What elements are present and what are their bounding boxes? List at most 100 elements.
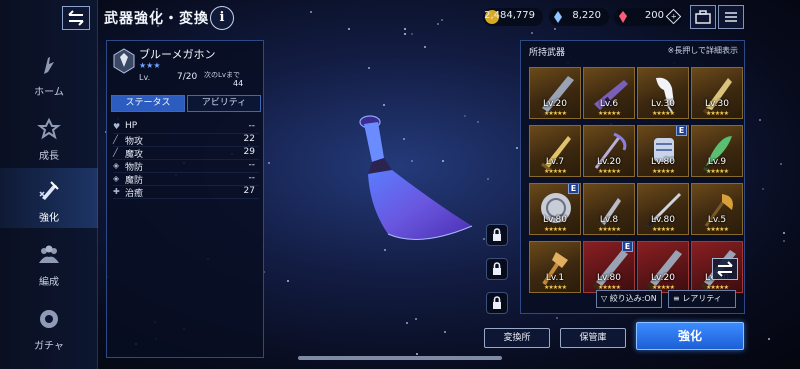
present-box-button[interactable] <box>690 5 716 29</box>
stat-row: ✚ 治癒 27 <box>113 186 259 199</box>
weapon-card-stars: ★★★★★ <box>598 110 621 117</box>
weapon-preview-megaphone <box>359 115 473 240</box>
weapon-card[interactable]: E Lv.80 ★★★★★ <box>637 125 689 177</box>
nav-label-gacha: ガチャ <box>34 341 64 352</box>
tab-status[interactable]: ステータス <box>111 95 185 112</box>
weapon-card[interactable]: Lv.6 ★★★★★ <box>583 67 635 119</box>
star-dot <box>444 330 447 333</box>
gold-counter: 2,484,779 <box>483 8 543 26</box>
nav-item-party[interactable]: 編成 <box>0 232 98 292</box>
lock-button-3[interactable] <box>486 292 508 314</box>
lock-icon <box>493 262 501 275</box>
weapon-card-stars: ★★★★★ <box>544 226 567 233</box>
star-dot <box>286 279 289 282</box>
star-dot <box>406 322 409 325</box>
star-dot <box>347 28 350 31</box>
stat-value: 22 <box>243 134 255 144</box>
weapon-card-stars: ★★★★★ <box>598 168 621 175</box>
weapon-card[interactable]: Lv.80 ★★★★★ <box>637 183 689 235</box>
stat-name: 治癒 <box>125 189 144 199</box>
sort-toggle-button[interactable] <box>712 258 738 280</box>
star-dot <box>783 231 786 234</box>
exchange-button[interactable]: 変換所 <box>484 328 550 348</box>
filter-icon: ▽ <box>601 294 608 303</box>
briefcase-icon <box>695 10 711 24</box>
weapon-card[interactable]: Lv.20 ★★★★★ <box>637 241 689 293</box>
weapon-card[interactable]: Lv.5 ★★★★★ <box>691 183 743 235</box>
weapon-card-level: Lv.7 <box>545 157 565 167</box>
weapon-type-emblem-icon <box>113 48 135 74</box>
weapon-card-level: Lv.80 <box>651 157 675 167</box>
weapon-card[interactable]: Lv.9 ★★★★★ <box>691 125 743 177</box>
weapon-info-panel: ブルーメガホン ★★★ Lv. 7/20 次のLvまで 44 ステータス アビリ… <box>106 40 264 358</box>
weapon-card-level: Lv.30 <box>705 99 729 109</box>
star-dot <box>410 32 413 35</box>
weapon-card-level: Lv.1 <box>545 273 565 283</box>
stat-row: ◈ 魔防 -- <box>113 173 259 186</box>
lock-button-1[interactable] <box>486 224 508 246</box>
stat-name: 物攻 <box>125 137 144 147</box>
info-button[interactable]: i <box>210 6 234 30</box>
star-dot <box>440 18 443 21</box>
lock-button-2[interactable] <box>486 258 508 280</box>
rarity-sort-button[interactable]: ≡ レアリティ <box>668 290 736 308</box>
star-dot <box>423 45 426 48</box>
nav-item-home[interactable]: ホーム <box>0 42 98 102</box>
weapon-card-level: Lv.20 <box>651 273 675 283</box>
stat-value: -- <box>248 160 256 170</box>
weapon-card-level: Lv.80 <box>543 215 567 225</box>
stat-name: HP <box>125 121 138 131</box>
stats-list: ♥ HP -- ╱ 物攻 22 ╱ 魔攻 29 ◈ 物防 -- ◈ 魔防 -- ✚ 治癒 27 <box>113 121 259 199</box>
weapon-name: ブルーメガホン <box>139 48 216 61</box>
gem-value: 200 <box>644 10 664 21</box>
party-icon <box>39 245 59 263</box>
weapon-card[interactable]: Lv.8 ★★★★★ <box>583 183 635 235</box>
weapon-card[interactable]: Lv.1 ★★★★★ <box>529 241 581 293</box>
rarity-label: レアリティ <box>682 294 722 303</box>
add-gem-icon[interactable]: + <box>665 8 682 25</box>
growth-icon <box>37 117 61 140</box>
nav-item-enhance[interactable]: 強化 <box>0 168 98 228</box>
weapon-card[interactable]: Lv.20 ★★★★★ <box>529 67 581 119</box>
menu-button[interactable] <box>718 5 744 29</box>
filter-button[interactable]: ▽ 絞り込み:ON <box>596 290 662 308</box>
enhance-icon <box>39 181 59 200</box>
weapon-card[interactable]: E Lv.80 ★★★★★ <box>583 241 635 293</box>
crystal-icon <box>554 11 562 23</box>
weapon-card[interactable]: Lv.20 ★★★★★ <box>583 125 635 177</box>
nav-item-gacha[interactable]: ガチャ <box>0 296 98 356</box>
storage-button[interactable]: 保管庫 <box>560 328 626 348</box>
level-value: 7/20 <box>177 72 198 82</box>
filter-label: 絞り込み:ON <box>609 294 657 303</box>
weapon-card-level: Lv.8 <box>599 215 619 225</box>
weapon-card-level: Lv.80 <box>651 215 675 225</box>
star-dot <box>416 352 419 355</box>
stat-row: ╱ 物攻 22 <box>113 134 259 147</box>
weapon-card[interactable]: Lv.30 ★★★★★ <box>637 67 689 119</box>
nav-label-enhance: 強化 <box>39 213 59 224</box>
stat-row: ╱ 魔攻 29 <box>113 147 259 160</box>
page-title: 武器強化・変換 <box>104 11 209 27</box>
weapon-card[interactable]: Lv.30 ★★★★★ <box>691 67 743 119</box>
weapon-card-stars: ★★★★★ <box>544 168 567 175</box>
sort-icon: ≡ <box>673 294 680 303</box>
lock-icon <box>493 228 501 241</box>
nav-item-growth[interactable]: 成長 <box>0 106 98 166</box>
weapon-card[interactable]: E Lv.80 ★★★★★ <box>529 183 581 235</box>
inventory-title: 所持武器 <box>529 48 566 58</box>
equipped-badge: E <box>568 184 579 194</box>
tab-ability[interactable]: アビリティ <box>187 95 261 112</box>
stat-value: 27 <box>243 186 255 196</box>
star-dot <box>384 248 387 251</box>
weapon-card[interactable]: Lv.7 ★★★★★ <box>529 125 581 177</box>
star-dot <box>309 10 312 13</box>
back-button[interactable] <box>62 6 90 30</box>
stat-value: -- <box>248 121 256 131</box>
enhance-button[interactable]: 強化 <box>636 322 744 350</box>
star-dot <box>555 317 558 320</box>
staff-icon: ╱ <box>113 148 118 157</box>
weapon-card-stars: ★★★★★ <box>652 226 675 233</box>
nav-label-party: 編成 <box>39 277 59 288</box>
level-label: Lv. <box>139 73 151 82</box>
star-dot <box>553 27 556 30</box>
